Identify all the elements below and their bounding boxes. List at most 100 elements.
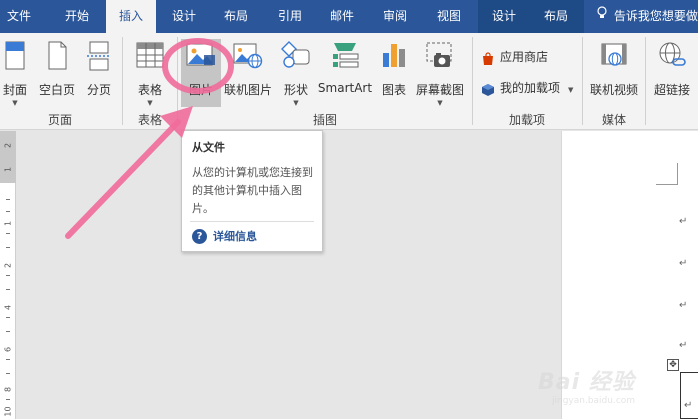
- ruler-tick: [6, 233, 10, 234]
- help-icon: ?: [192, 229, 207, 244]
- picture-icon: [186, 41, 216, 72]
- group-divider: [582, 37, 583, 125]
- hyperlink-icon: [658, 41, 686, 72]
- group-divider: [645, 37, 646, 125]
- watermark-sub: jingyan.baidu.com: [552, 396, 636, 406]
- chevron-down-icon: ▼: [568, 86, 574, 94]
- online-video-label: 联机视频: [589, 83, 638, 97]
- ruler-tick: [6, 289, 10, 290]
- tab-view[interactable]: 视图: [426, 0, 472, 33]
- ruler-number: 2: [3, 262, 13, 269]
- hyperlink-label: 超链接: [653, 83, 690, 97]
- lightbulb-icon: [596, 0, 608, 33]
- tab-home[interactable]: 开始: [54, 0, 100, 33]
- ruler-number: 2: [3, 142, 13, 149]
- cover-page-icon: [3, 41, 27, 74]
- hyperlink-button[interactable]: 超链接: [649, 39, 695, 107]
- ruler-number: 8: [3, 386, 13, 393]
- screenshot-label: 屏幕截图: [415, 83, 464, 97]
- ruler-tick: [6, 399, 10, 400]
- my-addins-label: 我的加载项: [500, 81, 561, 95]
- ruler-tick: [6, 359, 10, 360]
- ruler-tick: [6, 199, 10, 200]
- page-break-icon: [86, 41, 112, 74]
- store-button[interactable]: 应用商店: [481, 45, 548, 69]
- group-label-addins: 加载项: [508, 113, 545, 127]
- online-picture-button[interactable]: 联机图片: [223, 39, 273, 107]
- group-label-illustrations: 插图: [312, 113, 337, 127]
- video-icon: [600, 41, 628, 72]
- group-divider: [177, 37, 178, 125]
- ruler-tick: [6, 275, 10, 276]
- tab-insert[interactable]: 插入: [106, 0, 156, 33]
- online-video-button[interactable]: 联机视频: [587, 39, 641, 107]
- screenshot-button[interactable]: 屏幕截图 ▼: [414, 39, 466, 107]
- store-icon: [481, 50, 495, 65]
- ruler-tick: [6, 331, 10, 332]
- menu-bar: 文件 开始 插入 设计 布局 引用 邮件 审阅 视图 设计 布局 告诉我您想要做: [0, 0, 698, 33]
- blank-page-icon: [45, 41, 69, 74]
- tooltip-divider: [190, 221, 314, 222]
- tooltip-body: 从您的计算机或您连接到的其他计算机中插入图片。: [192, 166, 313, 215]
- margin-corner-mark: [656, 163, 678, 185]
- pointer-arrow-shaft: [65, 119, 181, 239]
- tab-design[interactable]: 设计: [162, 0, 206, 33]
- paragraph-mark: ↵: [679, 300, 688, 311]
- ribbon: 封面 ▼ 空白页 分页 页面 表格 ▼ 表格 图片 联机图片 形状 ▼ Smar…: [0, 33, 698, 130]
- page-break-label: 分页: [86, 83, 111, 97]
- chevron-down-icon: ▼: [437, 99, 443, 107]
- paragraph-mark: ↵: [679, 216, 688, 227]
- group-divider: [122, 37, 123, 125]
- my-addins-button[interactable]: 我的加载项 ▼: [481, 76, 573, 100]
- tab-references[interactable]: 引用: [268, 0, 312, 33]
- chart-button[interactable]: 图表: [377, 39, 411, 107]
- tab-file[interactable]: 文件: [0, 0, 38, 33]
- page-break-button[interactable]: 分页: [82, 39, 116, 107]
- cover-page-button[interactable]: 封面 ▼: [0, 39, 30, 107]
- tooltip-help-text: 详细信息: [213, 230, 257, 243]
- tell-me-box[interactable]: 告诉我您想要做: [596, 0, 698, 33]
- chevron-down-icon: ▼: [293, 99, 299, 107]
- smartart-button[interactable]: SmartArt: [317, 39, 373, 107]
- tooltip-title: 从文件: [192, 141, 225, 154]
- group-label-tables: 表格: [137, 113, 162, 127]
- ruler-number: 1: [3, 220, 13, 227]
- smartart-label: SmartArt: [317, 81, 373, 95]
- cover-page-label: 封面: [2, 83, 27, 97]
- blank-page-label: 空白页: [38, 83, 75, 97]
- picture-label: 图片: [188, 83, 213, 97]
- ruler-tick: [6, 211, 10, 212]
- vertical-ruler: 2 1 1 2 4 6 8 10: [0, 131, 16, 419]
- ruler-tick: [6, 247, 10, 248]
- chart-label: 图表: [381, 83, 406, 97]
- bar-chart-icon: [381, 41, 407, 72]
- tab-table-design[interactable]: 设计: [480, 0, 528, 33]
- tab-mailings[interactable]: 邮件: [320, 0, 364, 33]
- table-button[interactable]: 表格 ▼: [128, 39, 172, 107]
- ruler-number: 6: [3, 346, 13, 353]
- chevron-down-icon: ▼: [12, 99, 18, 107]
- screenshot-icon: [425, 41, 455, 72]
- watermark: Bai 经验 jingyan.baidu.com: [538, 346, 688, 416]
- picture-button[interactable]: 图片: [181, 39, 221, 107]
- chevron-down-icon: ▼: [147, 99, 153, 107]
- group-label-pages: 页面: [47, 113, 72, 127]
- ruler-tick: [6, 317, 10, 318]
- table-icon: [136, 41, 164, 72]
- online-picture-icon: [233, 41, 263, 72]
- tooltip-help-link[interactable]: ? 详细信息: [192, 229, 257, 245]
- watermark-main: Bai 经验: [538, 370, 635, 395]
- shapes-icon: [281, 41, 311, 72]
- tab-layout[interactable]: 布局: [214, 0, 258, 33]
- tab-review[interactable]: 审阅: [373, 0, 417, 33]
- tab-table-layout[interactable]: 布局: [532, 0, 580, 33]
- store-label: 应用商店: [500, 50, 549, 64]
- ruler-number: 4: [3, 304, 13, 311]
- table-label: 表格: [137, 83, 162, 97]
- group-divider: [472, 37, 473, 125]
- smartart-icon: [330, 41, 360, 72]
- ruler-number: 1: [3, 166, 13, 173]
- shapes-button[interactable]: 形状 ▼: [278, 39, 314, 107]
- picture-tooltip: 从文件 从您的计算机或您连接到的其他计算机中插入图片。 ? 详细信息: [181, 130, 323, 252]
- blank-page-button[interactable]: 空白页: [34, 39, 80, 107]
